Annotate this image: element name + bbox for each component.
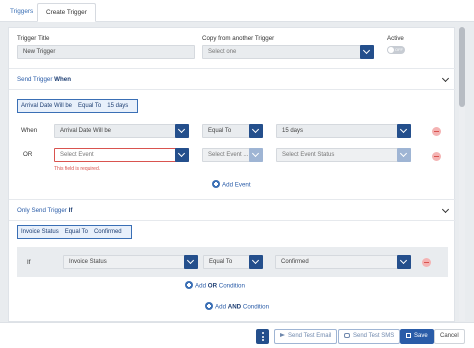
- send-icon: [280, 333, 285, 337]
- chevron-down-icon: [397, 148, 411, 162]
- when-row-label: When: [21, 127, 38, 134]
- footer-bar: Send Test Email Send Test SMS Save Cance…: [0, 322, 474, 348]
- tab-triggers[interactable]: Triggers: [2, 3, 41, 22]
- or-event-select[interactable]: Select Event: [54, 148, 189, 162]
- chat-icon: [344, 332, 350, 338]
- if-value-select[interactable]: Confirmed: [275, 255, 411, 269]
- chevron-down-icon: [249, 148, 263, 162]
- chevron-down-icon: [175, 148, 189, 162]
- error-message: This field is required.: [54, 166, 101, 172]
- copy-trigger-placeholder: Select one: [208, 49, 237, 55]
- remove-if-row-icon[interactable]: [422, 258, 431, 267]
- send-when-header[interactable]: Send Trigger When: [9, 68, 456, 90]
- send-if-summary: Invoice Status Equal To Confirmed: [17, 225, 132, 239]
- send-when-summary: Arrival Date Will be Equal To 15 days: [17, 99, 139, 113]
- or-row-label: OR: [23, 151, 33, 158]
- plus-icon: [212, 180, 220, 188]
- active-toggle[interactable]: OFF: [387, 46, 405, 54]
- send-test-sms-button[interactable]: Send Test SMS: [338, 329, 401, 344]
- chevron-down-icon: [184, 255, 198, 269]
- send-if-header[interactable]: Only Send Trigger If: [9, 199, 456, 221]
- more-options-icon[interactable]: [256, 329, 269, 344]
- save-button[interactable]: Save: [400, 329, 434, 344]
- scrollbar-thumb[interactable]: [459, 27, 465, 107]
- send-if-title: Only Send Trigger If: [17, 207, 73, 214]
- save-icon: [406, 332, 411, 338]
- tab-create-trigger[interactable]: Create Trigger: [37, 3, 96, 22]
- chevron-down-icon: [360, 45, 374, 59]
- add-or-condition-button[interactable]: Add OR Condition: [185, 281, 245, 290]
- chevron-down-icon: [249, 255, 263, 269]
- copy-trigger-select[interactable]: Select one: [202, 45, 374, 59]
- when-value-select[interactable]: 15 days: [276, 124, 411, 138]
- if-condition-group: If Invoice Status Equal To Confirmed: [17, 247, 448, 277]
- or-value-select[interactable]: Select Event Status: [276, 148, 411, 162]
- active-toggle-text: OFF: [395, 47, 403, 52]
- if-field-select[interactable]: Invoice Status: [63, 255, 198, 269]
- plus-icon: [205, 302, 213, 310]
- trigger-title-input[interactable]: New Trigger: [17, 45, 195, 59]
- scrollbar[interactable]: [459, 27, 465, 321]
- chevron-down-icon: [175, 124, 189, 138]
- when-event-select[interactable]: Arrival Date Will be: [54, 124, 189, 138]
- tab-bar: Triggers Create Trigger: [0, 0, 474, 22]
- remove-when-row-icon[interactable]: [432, 127, 441, 136]
- send-test-email-button[interactable]: Send Test Email: [274, 329, 338, 344]
- when-operator-select[interactable]: Equal To: [202, 124, 263, 138]
- if-row-label: If: [27, 259, 31, 266]
- chevron-down-icon: [397, 255, 411, 269]
- chevron-down-icon: [397, 124, 411, 138]
- cancel-button[interactable]: Cancel: [434, 329, 465, 344]
- chevron-down-icon[interactable]: [441, 74, 450, 83]
- remove-or-row-icon[interactable]: [432, 152, 441, 161]
- chevron-down-icon: [249, 124, 263, 138]
- add-event-button[interactable]: Add Event: [212, 180, 251, 189]
- active-label: Active: [387, 35, 404, 42]
- copy-trigger-label: Copy from another Trigger: [202, 35, 275, 42]
- if-operator-select[interactable]: Equal To: [203, 255, 263, 269]
- trigger-form: Trigger Title New Trigger Copy from anot…: [8, 27, 456, 322]
- plus-icon: [185, 281, 193, 289]
- chevron-down-icon[interactable]: [441, 205, 450, 214]
- add-and-condition-button[interactable]: Add AND Condition: [205, 302, 269, 311]
- trigger-title-label: Trigger Title: [17, 35, 50, 42]
- send-when-title: Send Trigger When: [17, 76, 72, 83]
- or-operator-select[interactable]: Select Event ...: [202, 148, 263, 162]
